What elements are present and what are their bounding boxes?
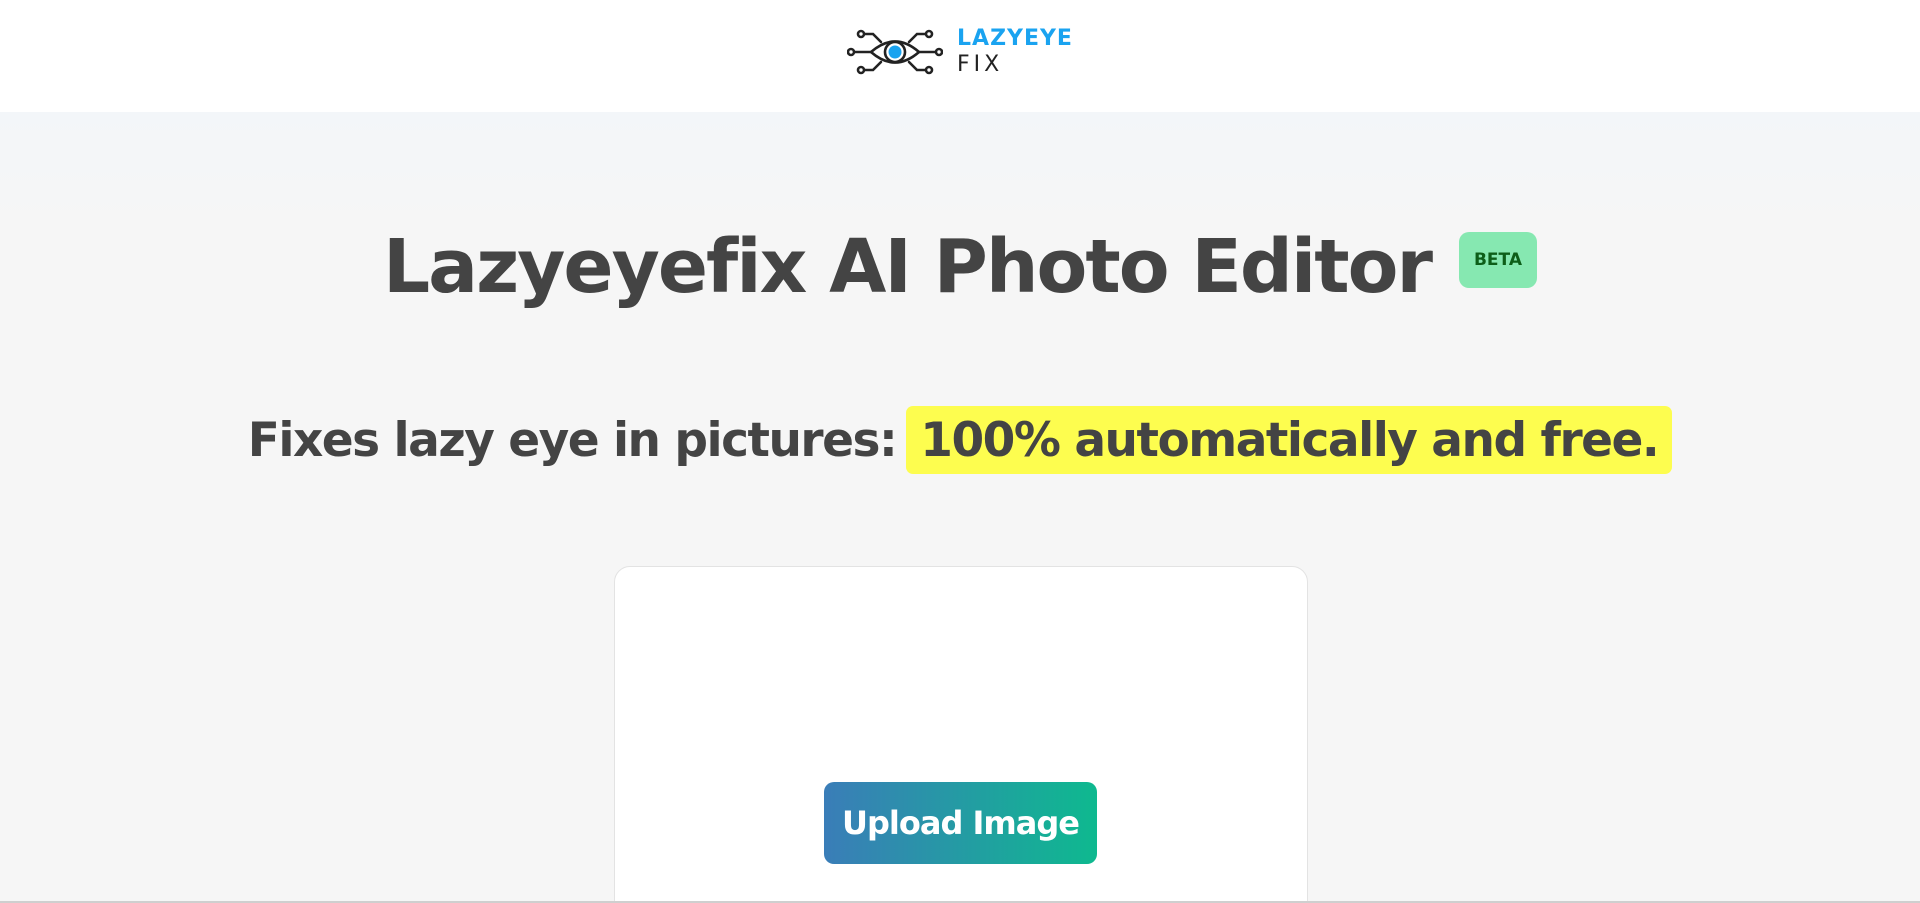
logo-wordmark-bottom: FIX (957, 52, 1004, 77)
title-row: Lazyeyefix AI Photo Editor BETA (0, 230, 1920, 304)
site-header: LAZYEYE FIX (0, 0, 1920, 112)
eye-circuit-icon (847, 29, 944, 75)
beta-badge: BETA (1458, 232, 1537, 288)
logo-text: LAZYEYE FIX (957, 28, 1073, 76)
upload-image-button[interactable]: Upload Image (824, 782, 1097, 864)
subtitle-row: Fixes lazy eye in pictures: 100% automat… (0, 406, 1920, 474)
site-logo[interactable]: LAZYEYE FIX (847, 26, 1073, 78)
logo-wordmark-top: LAZYEYE (957, 26, 1073, 51)
subtitle-highlight: 100% automatically and free. (906, 406, 1673, 474)
page-title: Lazyeyefix AI Photo Editor (383, 224, 1433, 310)
subtitle-text: Fixes lazy eye in pictures: (247, 412, 898, 468)
